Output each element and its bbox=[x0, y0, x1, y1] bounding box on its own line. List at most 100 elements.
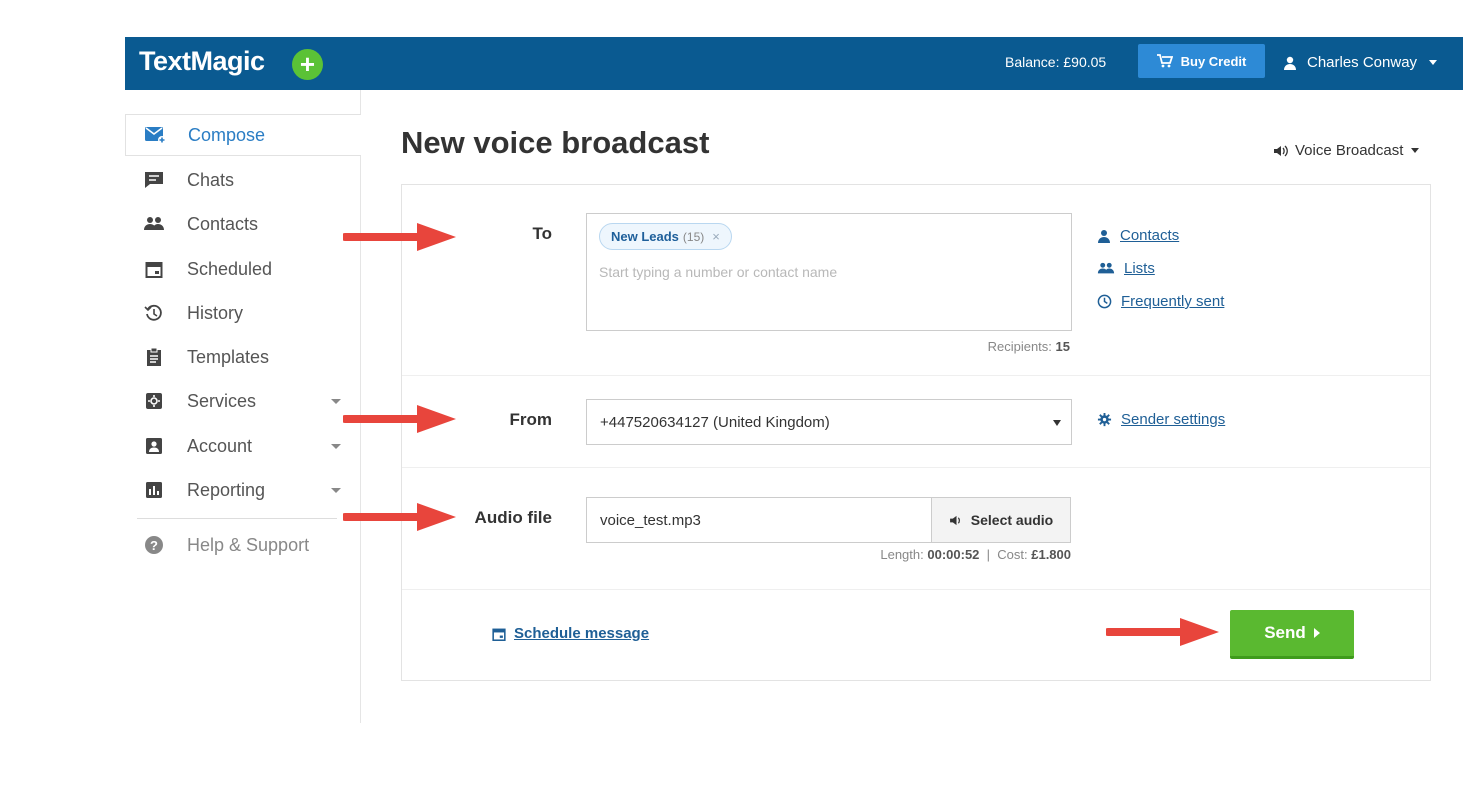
annotation-arrow-icon bbox=[343, 223, 456, 251]
chevron-down-icon bbox=[331, 487, 341, 493]
sidebar-item-contacts[interactable]: Contacts bbox=[125, 203, 361, 245]
sender-links: Sender settings bbox=[1097, 403, 1225, 436]
sender-select[interactable]: +447520634127 (United Kingdom) bbox=[586, 399, 1072, 445]
sidebar: Compose Chats Contacts Scheduled History… bbox=[125, 90, 361, 723]
contacts-link-label: Contacts bbox=[1120, 227, 1180, 244]
lists-link-label: Lists bbox=[1124, 260, 1155, 277]
audio-meta: Length: 00:00:52 | Cost: £1.800 bbox=[786, 547, 1071, 562]
speaker-icon bbox=[949, 515, 960, 525]
select-audio-label: Select audio bbox=[970, 512, 1054, 528]
contacts-link[interactable]: Contacts bbox=[1097, 219, 1224, 252]
recipients-value: 15 bbox=[1055, 339, 1070, 354]
chevron-down-icon bbox=[1429, 60, 1438, 65]
help-icon: ? bbox=[143, 534, 165, 556]
sidebar-item-label: Reporting bbox=[187, 479, 266, 500]
calendar-icon bbox=[143, 258, 165, 280]
chevron-down-icon bbox=[331, 443, 341, 449]
quick-add-button[interactable]: + bbox=[292, 49, 323, 80]
chevron-down-icon bbox=[331, 398, 341, 404]
balance-display: Balance: £90.05 bbox=[1005, 54, 1107, 70]
recipient-chip[interactable]: New Leads (15) × bbox=[599, 223, 732, 250]
svg-text:?: ? bbox=[150, 538, 158, 553]
chat-icon bbox=[143, 169, 165, 191]
sender-settings-label: Sender settings bbox=[1121, 411, 1226, 428]
gear-icon bbox=[1097, 412, 1112, 427]
mode-switch-dropdown[interactable]: Voice Broadcast bbox=[1273, 142, 1420, 159]
schedule-message-link[interactable]: Schedule message bbox=[492, 625, 649, 642]
chevron-down-icon bbox=[1411, 148, 1420, 153]
close-icon[interactable]: × bbox=[712, 229, 720, 244]
sidebar-item-label: Chats bbox=[187, 169, 235, 190]
audio-file-input[interactable]: voice_test.mp3 bbox=[586, 497, 932, 543]
mode-label: Voice Broadcast bbox=[1295, 142, 1404, 159]
meta-separator: | bbox=[986, 547, 991, 562]
sidebar-item-label: Account bbox=[187, 435, 253, 456]
recipients-placeholder: Start typing a number or contact name bbox=[599, 264, 838, 280]
sidebar-item-label: Help & Support bbox=[187, 534, 310, 555]
account-icon bbox=[143, 435, 165, 457]
chip-count: (15) bbox=[682, 229, 705, 244]
user-icon bbox=[1284, 56, 1296, 70]
sidebar-item-label: Templates bbox=[187, 346, 270, 367]
frequently-sent-label: Frequently sent bbox=[1121, 293, 1225, 310]
sidebar-item-reporting[interactable]: Reporting bbox=[125, 469, 361, 511]
to-label: To bbox=[532, 224, 552, 243]
broadcast-form: To New Leads (15) × Start typing a numbe… bbox=[401, 184, 1431, 681]
recipients-input[interactable]: New Leads (15) × Start typing a number o… bbox=[586, 213, 1072, 331]
user-name: Charles Conway bbox=[1307, 54, 1418, 71]
row-divider bbox=[402, 375, 1430, 376]
caret-right-icon bbox=[1313, 628, 1320, 638]
frequently-sent-link[interactable]: Frequently sent bbox=[1097, 285, 1224, 318]
send-button[interactable]: Send bbox=[1230, 610, 1354, 659]
sidebar-item-history[interactable]: History bbox=[125, 292, 361, 334]
textmagic-app: TextMagic + Balance: £90.05 Buy Credit C… bbox=[125, 37, 1463, 723]
sidebar-item-compose[interactable]: Compose bbox=[125, 114, 361, 156]
sidebar-divider bbox=[137, 518, 337, 519]
sidebar-item-label: Contacts bbox=[187, 213, 259, 234]
contacts-icon bbox=[143, 213, 165, 235]
row-divider bbox=[402, 589, 1430, 590]
from-label: From bbox=[509, 410, 553, 429]
audio-file-label: Audio file bbox=[474, 508, 552, 527]
chip-name: New Leads bbox=[611, 229, 679, 244]
user-icon bbox=[1098, 229, 1110, 243]
cart-icon bbox=[1156, 54, 1173, 68]
user-menu[interactable]: Charles Conway bbox=[1283, 54, 1438, 71]
speaker-icon bbox=[1274, 145, 1288, 156]
sidebar-item-services[interactable]: Services bbox=[125, 380, 361, 422]
cost-value: £1.800 bbox=[1031, 547, 1071, 562]
cost-label: Cost: bbox=[997, 547, 1028, 562]
recipient-source-links: Contacts Lists Frequently sent bbox=[1097, 219, 1224, 318]
annotation-arrow-icon bbox=[343, 503, 456, 531]
annotation-arrow-icon bbox=[343, 405, 456, 433]
logo[interactable]: TextMagic bbox=[139, 46, 265, 77]
sidebar-item-account[interactable]: Account bbox=[125, 425, 361, 467]
lists-link[interactable]: Lists bbox=[1097, 252, 1224, 285]
buy-credit-button[interactable]: Buy Credit bbox=[1138, 44, 1265, 78]
length-value: 00:00:52 bbox=[927, 547, 980, 562]
clipboard-icon bbox=[143, 346, 165, 368]
sidebar-item-label: History bbox=[187, 302, 244, 323]
select-audio-button[interactable]: Select audio bbox=[931, 497, 1071, 543]
send-label: Send bbox=[1264, 623, 1306, 642]
audio-file-value: voice_test.mp3 bbox=[600, 511, 701, 529]
recipients-label: Recipients: bbox=[987, 339, 1052, 354]
page-title: New voice broadcast bbox=[401, 125, 710, 160]
sidebar-item-chats[interactable]: Chats bbox=[125, 159, 361, 201]
contacts-icon bbox=[1097, 262, 1115, 274]
sidebar-item-scheduled[interactable]: Scheduled bbox=[125, 248, 361, 290]
buy-credit-label: Buy Credit bbox=[1180, 53, 1247, 69]
sender-settings-link[interactable]: Sender settings bbox=[1097, 403, 1225, 436]
chart-icon bbox=[143, 479, 165, 501]
annotation-arrow-icon bbox=[1106, 618, 1219, 646]
row-divider bbox=[402, 467, 1430, 468]
compose-icon bbox=[144, 124, 166, 146]
sidebar-item-label: Scheduled bbox=[187, 258, 273, 279]
sender-value: +447520634127 (United Kingdom) bbox=[600, 413, 830, 431]
sidebar-item-templates[interactable]: Templates bbox=[125, 336, 361, 378]
chevron-down-icon bbox=[1053, 420, 1061, 426]
schedule-message-label: Schedule message bbox=[514, 625, 650, 642]
calendar-icon bbox=[492, 628, 506, 641]
sidebar-item-label: Services bbox=[187, 390, 257, 411]
sidebar-item-help[interactable]: ? Help & Support bbox=[125, 524, 361, 566]
